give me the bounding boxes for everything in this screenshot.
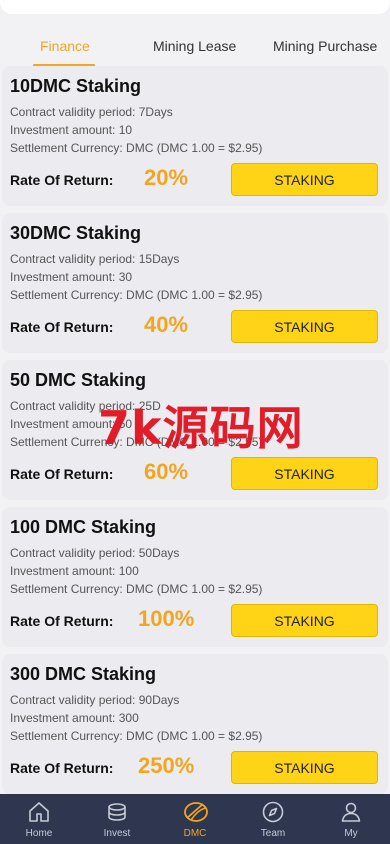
tabbar-item-home[interactable]: Home — [0, 794, 78, 844]
compass-icon — [262, 801, 284, 823]
card-title: 100 DMC Staking — [10, 517, 157, 537]
tabbar-item-dmc[interactable]: DMC — [156, 794, 234, 844]
rate-of-return-value: 100% — [138, 606, 195, 631]
contract-period: Contract validity period: 7Days — [10, 105, 173, 119]
staking-button[interactable]: STAKING — [231, 163, 378, 196]
rate-of-return-label: Rate Of Return: — [10, 613, 114, 629]
staking-card: 30DMC Staking Contract validity period: … — [2, 213, 388, 353]
rate-of-return-value: 20% — [144, 165, 189, 190]
rate-of-return-value: 250% — [138, 753, 195, 778]
investment-amount: Investment amount: 10 — [10, 123, 133, 137]
investment-amount: Investment amount: 100 — [10, 564, 139, 578]
home-icon — [29, 802, 49, 822]
investment-amount: Investment amount: 300 — [10, 711, 139, 725]
contract-period: Contract validity period: 50Days — [10, 546, 180, 560]
tabbar-item-team[interactable]: Team — [234, 794, 312, 844]
staking-card: 10DMC Staking Contract validity period: … — [2, 66, 388, 206]
watermark-overlay: 7k源码网 — [98, 401, 304, 455]
tabbar-label: Team — [260, 828, 286, 839]
tabbar-label: My — [344, 828, 358, 839]
tabbar-label: Home — [25, 828, 53, 839]
card-title: 50 DMC Staking — [10, 370, 147, 390]
staking-button[interactable]: STAKING — [231, 457, 378, 490]
card-title: 10DMC Staking — [10, 76, 142, 96]
user-icon — [341, 802, 361, 822]
rate-of-return-value: 60% — [144, 459, 189, 484]
tab-mining-lease[interactable]: Mining Lease — [153, 38, 236, 54]
investment-amount: Investment amount: 30 — [10, 270, 133, 284]
rate-of-return-label: Rate Of Return: — [10, 172, 114, 188]
coins-icon — [108, 803, 126, 821]
tabbar-item-invest[interactable]: Invest — [78, 794, 156, 844]
rate-of-return-label: Rate Of Return: — [10, 760, 114, 776]
rate-of-return-label: Rate Of Return: — [10, 319, 114, 335]
dmc-icon — [184, 802, 208, 822]
settlement-currency: Settlement Currency: DMC (DMC 1.00 = $2.… — [10, 582, 263, 596]
staking-card: 100 DMC Staking Contract validity period… — [2, 507, 388, 647]
tabbar-item-my[interactable]: My — [312, 794, 390, 844]
card-title: 30DMC Staking — [10, 223, 142, 243]
settlement-currency: Settlement Currency: DMC (DMC 1.00 = $2.… — [10, 288, 263, 302]
category-tabs: Finance Mining Lease Mining Purchase — [0, 26, 390, 67]
tabbar-label: DMC — [183, 828, 207, 839]
staking-card: 300 DMC Staking Contract validity period… — [2, 654, 388, 794]
staking-button[interactable]: STAKING — [231, 751, 378, 784]
settlement-currency: Settlement Currency: DMC (DMC 1.00 = $2.… — [10, 141, 263, 155]
card-title: 300 DMC Staking — [10, 664, 157, 684]
tab-mining-purchase[interactable]: Mining Purchase — [273, 38, 377, 54]
bottom-tab-bar: Home Invest DMC Team My — [0, 794, 390, 844]
rate-of-return-value: 40% — [144, 312, 189, 337]
top-card-edge — [0, 0, 390, 14]
rate-of-return-label: Rate Of Return: — [10, 466, 114, 482]
tabbar-label: Invest — [103, 828, 131, 839]
settlement-currency: Settlement Currency: DMC (DMC 1.00 = $2.… — [10, 729, 263, 743]
staking-button[interactable]: STAKING — [231, 310, 378, 343]
staking-button[interactable]: STAKING — [231, 604, 378, 637]
contract-period: Contract validity period: 15Days — [10, 252, 180, 266]
tab-finance[interactable]: Finance — [40, 38, 90, 54]
contract-period: Contract validity period: 90Days — [10, 693, 180, 707]
